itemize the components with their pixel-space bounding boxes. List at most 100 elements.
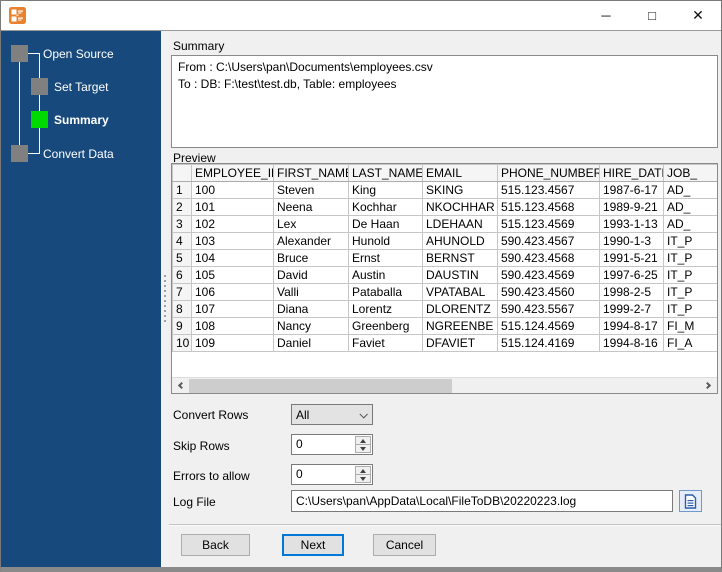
- cell[interactable]: IT_P: [663, 300, 717, 318]
- row-header[interactable]: 7: [172, 283, 192, 301]
- sidebar-splitter[interactable]: [161, 31, 169, 567]
- cell[interactable]: Alexander: [273, 232, 349, 250]
- cell[interactable]: SKING: [422, 181, 498, 199]
- cell[interactable]: Austin: [348, 266, 423, 284]
- cell[interactable]: De Haan: [348, 215, 423, 233]
- cell[interactable]: AD_: [663, 198, 717, 216]
- sidebar-step-set-target[interactable]: Set Target: [31, 78, 108, 95]
- table-row[interactable]: 10 109 Daniel Faviet DFAVIET 515.124.4169 1994…: [172, 334, 717, 352]
- cell[interactable]: 106: [191, 283, 274, 301]
- column-header[interactable]: LAST_NAME: [348, 164, 423, 182]
- cell[interactable]: Neena: [273, 198, 349, 216]
- row-header[interactable]: 2: [172, 198, 192, 216]
- row-header[interactable]: 1: [172, 181, 192, 199]
- cell[interactable]: Pataballa: [348, 283, 423, 301]
- sidebar-step-summary[interactable]: Summary: [31, 111, 109, 128]
- column-header[interactable]: FIRST_NAME: [273, 164, 349, 182]
- table-row[interactable]: 1 100 Steven King SKING 515.123.4567 1987-6-17…: [172, 181, 717, 199]
- cell[interactable]: BERNST: [422, 249, 498, 267]
- cell[interactable]: 1994-8-16: [599, 334, 664, 352]
- cell[interactable]: 102: [191, 215, 274, 233]
- cell[interactable]: FI_M: [663, 317, 717, 335]
- cell[interactable]: 515.123.4568: [497, 198, 600, 216]
- row-header[interactable]: 6: [172, 266, 192, 284]
- cell[interactable]: Diana: [273, 300, 349, 318]
- cell[interactable]: David: [273, 266, 349, 284]
- cell[interactable]: IT_P: [663, 249, 717, 267]
- cell[interactable]: 590.423.4569: [497, 266, 600, 284]
- scrollbar-thumb[interactable]: [189, 379, 452, 393]
- cell[interactable]: 100: [191, 181, 274, 199]
- row-header[interactable]: 8: [172, 300, 192, 318]
- skip-rows-decrement-button[interactable]: [355, 445, 371, 453]
- minimize-button[interactable]: ─: [583, 1, 629, 30]
- back-button[interactable]: Back: [181, 534, 250, 556]
- cancel-button[interactable]: Cancel: [373, 534, 436, 556]
- errors-decrement-button[interactable]: [355, 475, 371, 483]
- cell[interactable]: 590.423.5567: [497, 300, 600, 318]
- table-row[interactable]: 2 101 Neena Kochhar NKOCHHAR 515.123.4568 1989…: [172, 198, 717, 216]
- sidebar-step-convert-data[interactable]: Convert Data: [11, 145, 114, 162]
- cell[interactable]: 1997-6-25: [599, 266, 664, 284]
- cell[interactable]: NGREENBE: [422, 317, 498, 335]
- cell[interactable]: IT_P: [663, 232, 717, 250]
- cell[interactable]: 109: [191, 334, 274, 352]
- corner-header[interactable]: [172, 164, 192, 182]
- table-row[interactable]: 4 103 Alexander Hunold AHUNOLD 590.423.4567 19…: [172, 232, 717, 250]
- cell[interactable]: Steven: [273, 181, 349, 199]
- cell[interactable]: AHUNOLD: [422, 232, 498, 250]
- close-button[interactable]: ✕: [675, 1, 721, 30]
- row-header[interactable]: 4: [172, 232, 192, 250]
- cell[interactable]: Kochhar: [348, 198, 423, 216]
- cell[interactable]: Nancy: [273, 317, 349, 335]
- cell[interactable]: 590.423.4567: [497, 232, 600, 250]
- skip-rows-stepper[interactable]: 0: [291, 434, 373, 455]
- cell[interactable]: DFAVIET: [422, 334, 498, 352]
- table-row[interactable]: 8 107 Diana Lorentz DLORENTZ 590.423.5567 1999…: [172, 300, 717, 318]
- log-file-open-button[interactable]: [679, 490, 702, 512]
- cell[interactable]: 515.123.4567: [497, 181, 600, 199]
- cell[interactable]: Greenberg: [348, 317, 423, 335]
- cell[interactable]: Hunold: [348, 232, 423, 250]
- column-header[interactable]: HIRE_DATE: [599, 164, 664, 182]
- cell[interactable]: LDEHAAN: [422, 215, 498, 233]
- column-header[interactable]: EMPLOYEE_ID: [191, 164, 274, 182]
- column-header[interactable]: JOB_: [663, 164, 717, 182]
- row-header[interactable]: 5: [172, 249, 192, 267]
- cell[interactable]: AD_: [663, 181, 717, 199]
- cell[interactable]: 1990-1-3: [599, 232, 664, 250]
- table-row[interactable]: 6 105 David Austin DAUSTIN 590.423.4569 1997-6…: [172, 266, 717, 284]
- cell[interactable]: DAUSTIN: [422, 266, 498, 284]
- cell[interactable]: Faviet: [348, 334, 423, 352]
- cell[interactable]: Bruce: [273, 249, 349, 267]
- cell[interactable]: 1987-6-17: [599, 181, 664, 199]
- cell[interactable]: DLORENTZ: [422, 300, 498, 318]
- errors-to-allow-stepper[interactable]: 0: [291, 464, 373, 485]
- cell[interactable]: 1993-1-13: [599, 215, 664, 233]
- cell[interactable]: Ernst: [348, 249, 423, 267]
- cell[interactable]: NKOCHHAR: [422, 198, 498, 216]
- cell[interactable]: 515.124.4169: [497, 334, 600, 352]
- cell[interactable]: IT_P: [663, 283, 717, 301]
- cell[interactable]: AD_: [663, 215, 717, 233]
- table-row[interactable]: 5 104 Bruce Ernst BERNST 590.423.4568 1991-5-2…: [172, 249, 717, 267]
- cell[interactable]: Lex: [273, 215, 349, 233]
- cell[interactable]: 1989-9-21: [599, 198, 664, 216]
- scroll-right-button[interactable]: [700, 378, 717, 393]
- sidebar-step-open-source[interactable]: Open Source: [11, 45, 114, 62]
- cell[interactable]: 1999-2-7: [599, 300, 664, 318]
- cell[interactable]: 107: [191, 300, 274, 318]
- column-header[interactable]: PHONE_NUMBER: [497, 164, 600, 182]
- row-header[interactable]: 10: [172, 334, 192, 352]
- cell[interactable]: VPATABAL: [422, 283, 498, 301]
- cell[interactable]: 515.124.4569: [497, 317, 600, 335]
- cell[interactable]: King: [348, 181, 423, 199]
- column-header[interactable]: EMAIL: [422, 164, 498, 182]
- maximize-button[interactable]: □: [629, 1, 675, 30]
- cell[interactable]: 108: [191, 317, 274, 335]
- row-header[interactable]: 3: [172, 215, 192, 233]
- cell[interactable]: 515.123.4569: [497, 215, 600, 233]
- cell[interactable]: 1991-5-21: [599, 249, 664, 267]
- table-row[interactable]: 9 108 Nancy Greenberg NGREENBE 515.124.4569 19…: [172, 317, 717, 335]
- horizontal-scrollbar[interactable]: [172, 377, 717, 393]
